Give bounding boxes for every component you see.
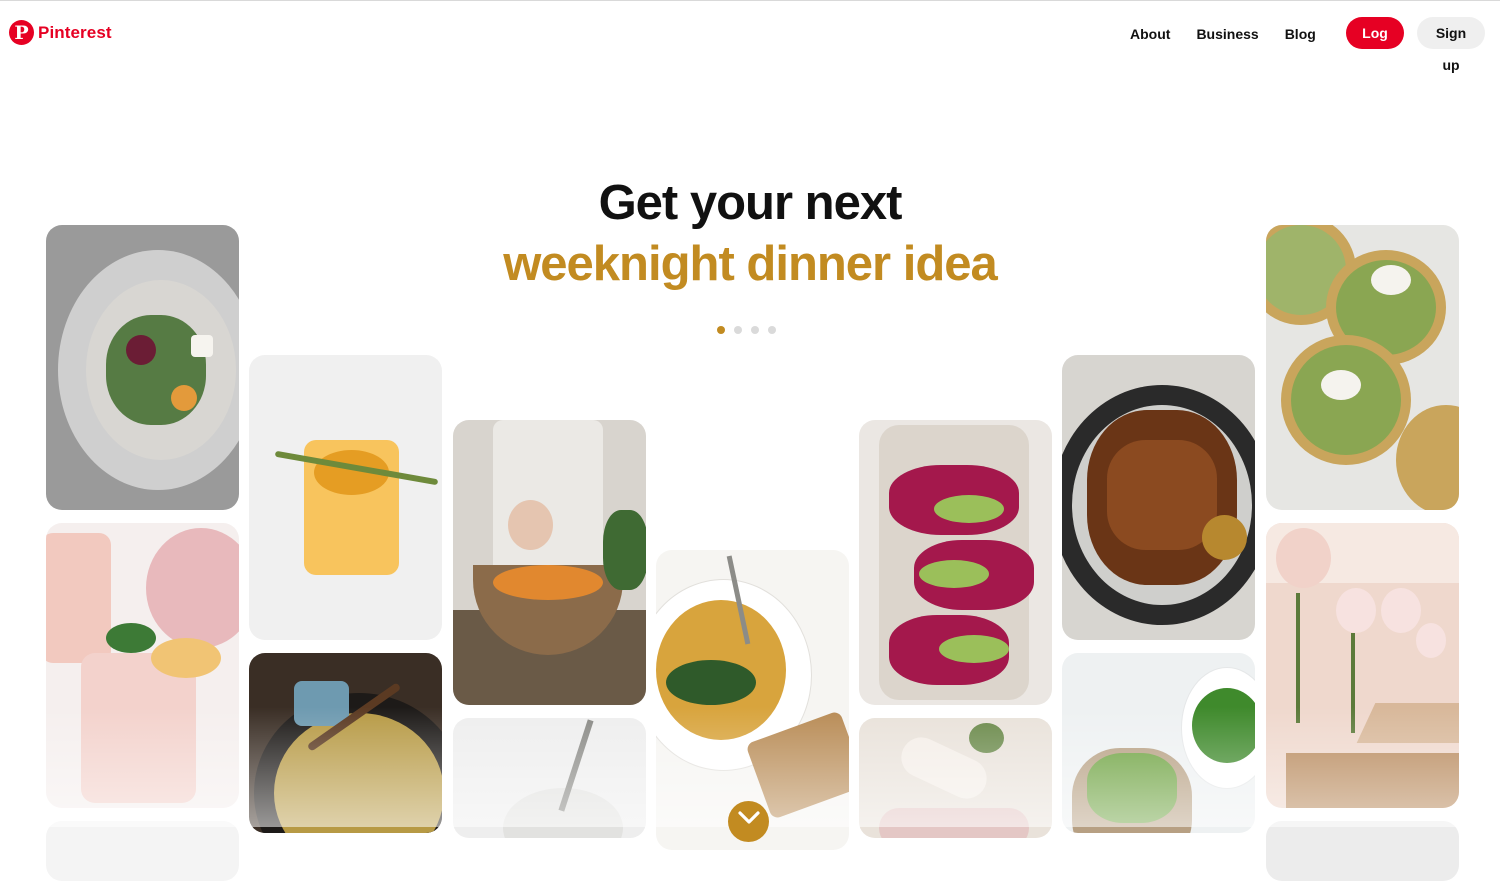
nav-business-link[interactable]: Business xyxy=(1196,26,1258,42)
pink-lemonade-image[interactable] xyxy=(46,523,239,808)
wraps-image[interactable] xyxy=(859,718,1052,838)
nav-links: About Business Blog xyxy=(1130,26,1342,42)
hero-heading: Get your next xyxy=(598,176,903,230)
lemon-cocktail-image[interactable] xyxy=(249,355,442,640)
carousel-dot-2[interactable] xyxy=(734,326,742,334)
party-room-image[interactable] xyxy=(1266,523,1459,808)
salad-bowl-image[interactable] xyxy=(453,420,646,705)
top-nav: P Pinterest About Business Blog Log in S… xyxy=(0,0,1500,73)
signup-button[interactable]: Sign up xyxy=(1417,17,1485,73)
carousel-dots xyxy=(717,326,776,334)
carousel-dot-3[interactable] xyxy=(751,326,759,334)
login-button[interactable]: Log in xyxy=(1346,17,1404,73)
tile-col1-3[interactable] xyxy=(46,821,239,881)
grilled-chicken-image[interactable] xyxy=(1062,355,1255,640)
pinterest-logo[interactable]: P Pinterest xyxy=(9,20,112,45)
pea-toast-image[interactable] xyxy=(1062,653,1255,833)
beet-avocado-toast-image[interactable] xyxy=(859,420,1052,705)
tile-col7-3[interactable] xyxy=(1266,821,1459,881)
chevron-down-icon xyxy=(737,811,760,824)
scroll-down-button[interactable] xyxy=(728,801,769,842)
pinterest-logo-icon: P xyxy=(9,20,34,45)
nav-blog-link[interactable]: Blog xyxy=(1285,26,1316,42)
nav-about-link[interactable]: About xyxy=(1130,26,1170,42)
chickpea-flatbread-image[interactable] xyxy=(1266,225,1459,510)
brand-name: Pinterest xyxy=(38,22,112,42)
carousel-dot-4[interactable] xyxy=(768,326,776,334)
beet-salad-image[interactable] xyxy=(46,225,239,510)
carousel-dot-1[interactable] xyxy=(717,326,725,334)
frittata-skillet-image[interactable] xyxy=(249,653,442,833)
soup-bowl-image[interactable] xyxy=(453,718,646,838)
